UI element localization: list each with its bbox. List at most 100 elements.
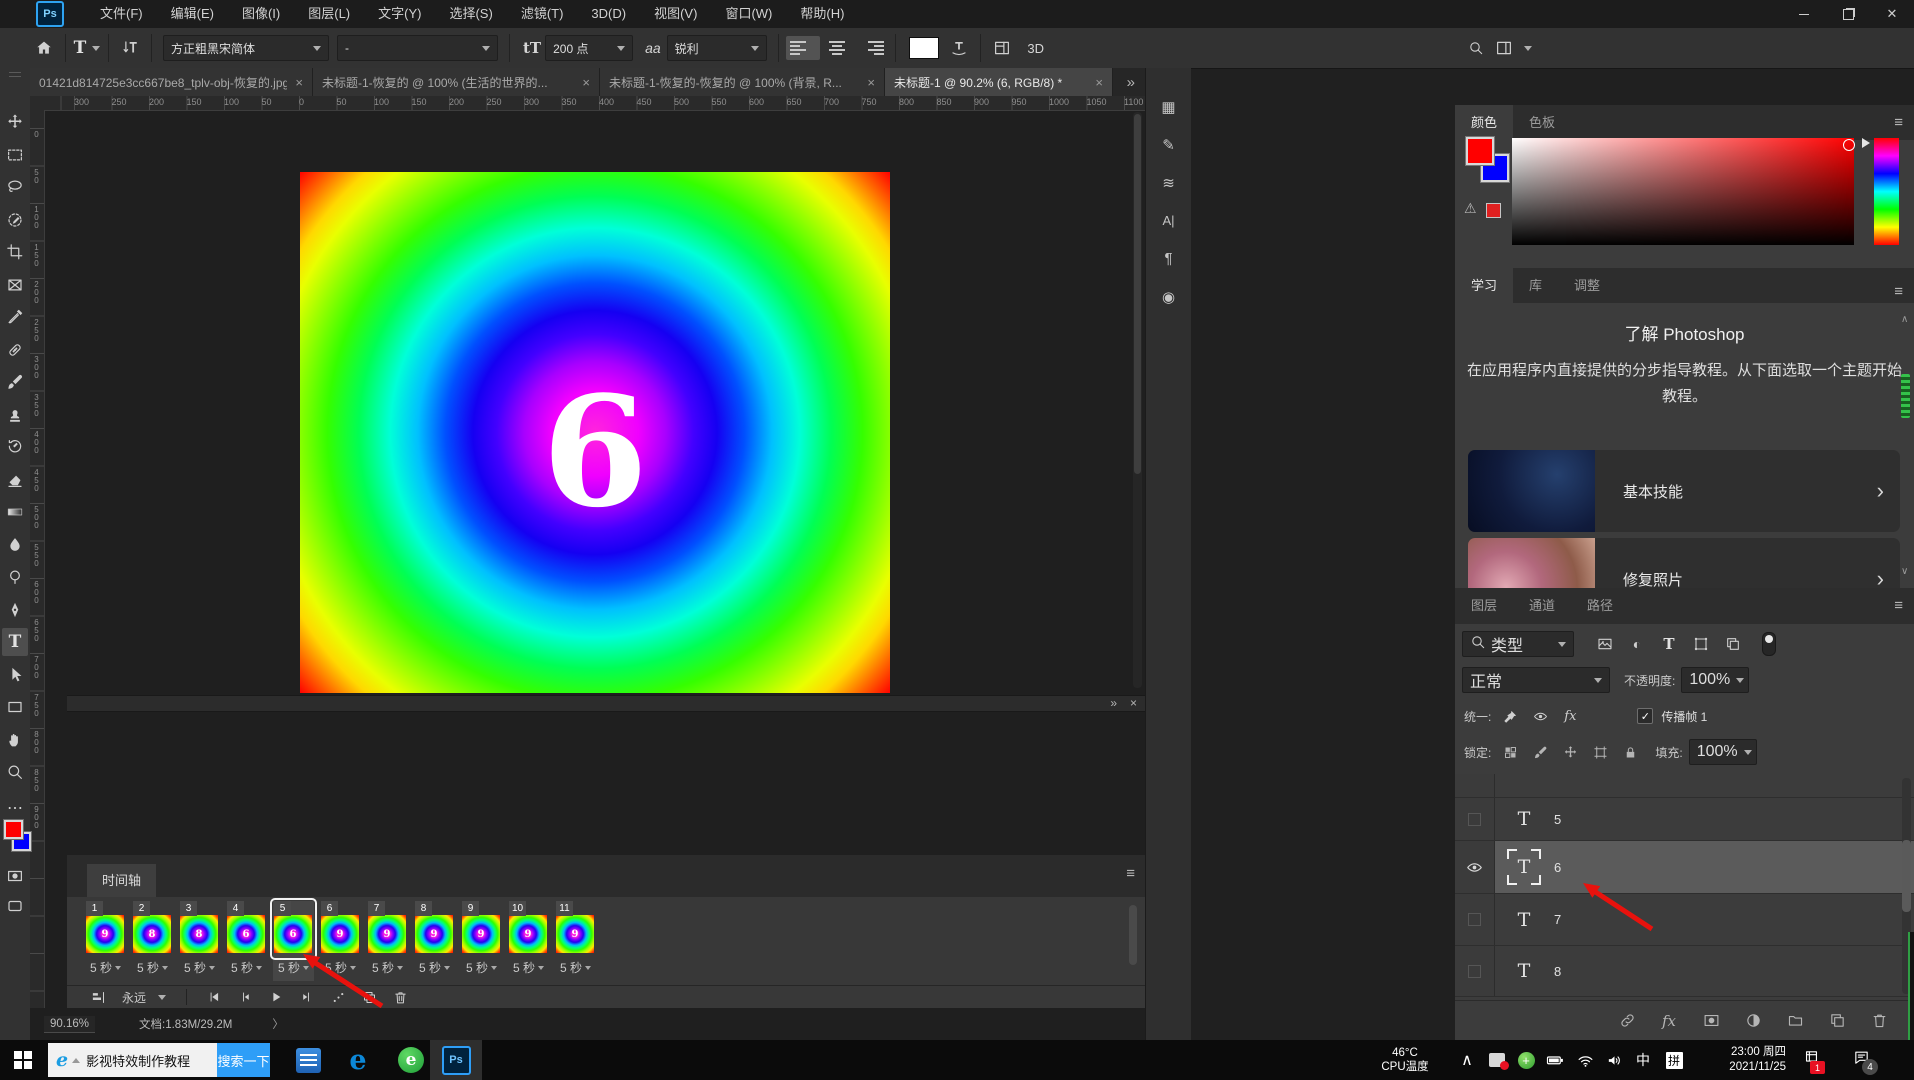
filter-toggle-pill[interactable] <box>1762 632 1776 656</box>
frame-thumbnail[interactable]: 9 <box>415 915 453 953</box>
text-color-swatch[interactable] <box>909 37 939 59</box>
lock-position-icon[interactable] <box>1557 740 1583 764</box>
restore-button[interactable] <box>1826 0 1870 28</box>
close-panel-icon[interactable]: × <box>1130 696 1137 711</box>
layer-thumbnail[interactable]: T <box>1507 849 1541 885</box>
ime-language-indicator[interactable]: 中 <box>1632 1040 1654 1080</box>
learn-card-1[interactable]: 修复照片› <box>1468 538 1900 588</box>
menu-item-6[interactable]: 滤镜(T) <box>507 0 578 28</box>
task-view-button[interactable]: 1 <box>1796 1040 1826 1080</box>
close-tab-icon[interactable]: × <box>582 75 590 90</box>
next-frame-icon[interactable] <box>296 987 318 1007</box>
frame-thumbnail[interactable]: 9 <box>509 915 547 953</box>
tab-color[interactable]: 颜色 <box>1455 105 1513 140</box>
glyphs-panel-icon[interactable]: ◉ <box>1152 280 1185 313</box>
frame-duration-select[interactable]: 5 秒 <box>320 959 361 976</box>
screen-mode-button[interactable] <box>2 892 28 920</box>
layers-scrollbar-thumb[interactable] <box>1902 840 1911 912</box>
lasso-tool[interactable] <box>2 173 28 201</box>
timeline-scrollbar-thumb[interactable] <box>1129 905 1137 965</box>
clone-stamp-tool[interactable] <box>2 401 28 429</box>
close-tab-icon[interactable]: × <box>867 75 875 90</box>
document-canvas[interactable]: 6 <box>300 172 890 693</box>
link-icon[interactable] <box>1614 1009 1640 1033</box>
libraries-panel-icon[interactable]: ▦ <box>1152 90 1185 123</box>
layer-visibility-toggle[interactable] <box>1455 798 1495 840</box>
close-button[interactable]: ✕ <box>1870 0 1914 28</box>
adjustment-layer-filter-icon[interactable]: ◐ <box>1624 632 1650 656</box>
battery-icon[interactable] <box>1541 1040 1569 1080</box>
status-expand-icon[interactable]: 〉 <box>272 1016 284 1032</box>
animation-frame-5[interactable]: 565 秒 <box>273 901 314 981</box>
chevron-right-icon[interactable]: › <box>1877 538 1884 588</box>
taskbar-app-photoshop[interactable]: Ps <box>430 1040 482 1080</box>
eyedropper-tool[interactable] <box>2 303 28 331</box>
type-layer-filter-icon[interactable]: T <box>1656 632 1682 656</box>
frame-thumbnail[interactable]: 9 <box>368 915 406 953</box>
frame-duration-select[interactable]: 5 秒 <box>461 959 502 976</box>
gamut-warning-icon[interactable]: ⚠ <box>1464 200 1477 217</box>
opacity-select[interactable]: 100% <box>1681 667 1749 693</box>
unify-position-icon[interactable] <box>1497 704 1523 728</box>
frame-thumbnail[interactable]: 6 <box>227 915 265 953</box>
horizontal-ruler[interactable]: 3002502001501005005010015020025030035040… <box>44 96 1145 111</box>
security-tray-icon[interactable] <box>1484 1040 1510 1080</box>
clock[interactable]: 23:00 周四 2021/11/25 <box>1698 1040 1786 1080</box>
menu-item-9[interactable]: 窗口(W) <box>711 0 786 28</box>
gamut-color-chip[interactable] <box>1486 203 1501 218</box>
taskbar-app-document[interactable] <box>285 1040 331 1080</box>
layer-name[interactable]: 6 <box>1554 860 1561 875</box>
layer-row-7[interactable]: T7 <box>1455 894 1914 946</box>
frame-thumbnail[interactable]: 9 <box>462 915 500 953</box>
frame-duration-select[interactable]: 5 秒 <box>414 959 455 976</box>
foreground-color-well[interactable] <box>1466 137 1494 165</box>
animation-frame-1[interactable]: 195 秒 <box>85 901 126 981</box>
chevron-right-icon[interactable]: › <box>1877 450 1884 532</box>
rectangle-tool[interactable] <box>2 693 28 721</box>
animation-frame-3[interactable]: 385 秒 <box>179 901 220 981</box>
search-icon[interactable] <box>1462 34 1490 62</box>
document-tab-0[interactable]: 01421d814725e3cc667be8_tplv-obj-恢复的.jpg× <box>30 68 313 96</box>
first-frame-icon[interactable] <box>203 987 225 1007</box>
frame-tool[interactable] <box>2 271 28 299</box>
delete-frame-icon[interactable] <box>389 987 411 1007</box>
ruler-origin[interactable] <box>30 96 45 111</box>
object-selection-tool[interactable] <box>2 206 28 234</box>
cpu-temperature[interactable]: 46°C CPU温度 <box>1368 1040 1442 1080</box>
taskbar-app-browser[interactable]: e <box>388 1040 434 1080</box>
frame-duration-select[interactable]: 5 秒 <box>367 959 408 976</box>
timeline-menu-icon[interactable]: ≡ <box>1126 865 1135 882</box>
hand-tool[interactable] <box>2 726 28 754</box>
convert-timeline-icon[interactable] <box>87 987 109 1007</box>
animation-frame-7[interactable]: 795 秒 <box>367 901 408 981</box>
animation-frame-10[interactable]: 1095 秒 <box>508 901 549 981</box>
antivirus-tray-icon[interactable]: + <box>1513 1040 1539 1080</box>
frame-thumbnail[interactable]: 9 <box>321 915 359 953</box>
delete-icon[interactable] <box>1866 1009 1892 1033</box>
quick-mask-button[interactable] <box>2 862 28 890</box>
scroll-up-icon[interactable]: ∧ <box>1901 314 1908 325</box>
font-family-select[interactable]: 方正粗黑宋简体 <box>163 35 329 61</box>
document-tab-3[interactable]: 未标题-1 @ 90.2% (6, RGB/8) *× <box>885 68 1113 96</box>
close-tab-icon[interactable]: × <box>1095 75 1103 90</box>
document-tab-2[interactable]: 未标题-1-恢复的-恢复的 @ 100% (背景, R...× <box>600 68 885 96</box>
blend-mode-select[interactable]: 正常 <box>1462 667 1610 693</box>
frame-duration-select[interactable]: 5 秒 <box>179 959 220 976</box>
gradient-tool[interactable] <box>2 498 28 526</box>
menu-item-4[interactable]: 文字(Y) <box>364 0 435 28</box>
menu-item-7[interactable]: 3D(D) <box>577 0 640 28</box>
timeline-tab[interactable]: 时间轴 <box>87 864 156 897</box>
animation-frame-8[interactable]: 895 秒 <box>414 901 455 981</box>
color-picker-ring[interactable] <box>1843 139 1855 151</box>
frame-thumbnail[interactable]: 9 <box>556 915 594 953</box>
font-size-select[interactable]: 200 点 <box>545 35 633 61</box>
panel-toggle-icon[interactable] <box>988 34 1016 62</box>
crop-tool[interactable] <box>2 238 28 266</box>
pen-tool[interactable] <box>2 596 28 624</box>
layer-visibility-toggle[interactable] <box>1455 841 1495 893</box>
learn-scrollbar-thumb[interactable] <box>1901 374 1910 418</box>
frame-thumbnail[interactable]: 8 <box>180 915 218 953</box>
action-center-button[interactable]: 4 <box>1844 1040 1878 1080</box>
tray-chevron-up-icon[interactable]: ∧ <box>1455 1040 1479 1080</box>
blur-tool[interactable] <box>2 531 28 559</box>
